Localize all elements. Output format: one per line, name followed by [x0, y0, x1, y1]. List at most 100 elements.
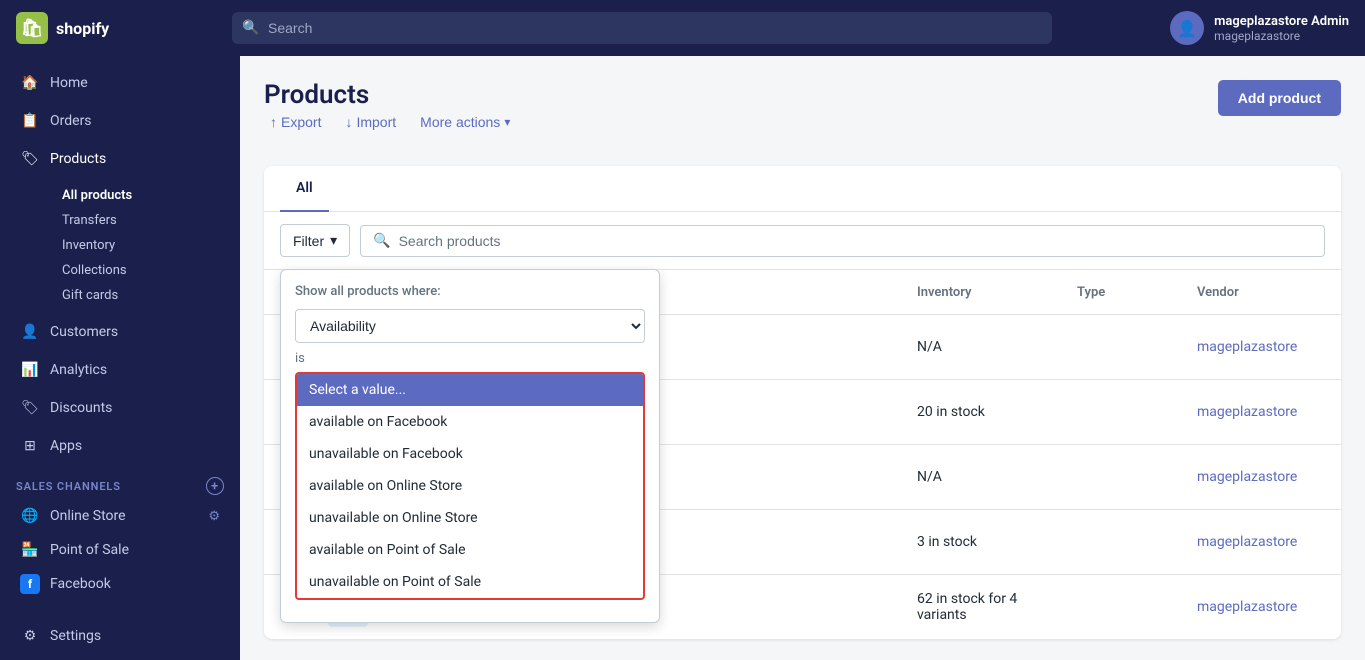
- customers-icon: 👤: [20, 322, 40, 342]
- add-sales-channel-button[interactable]: +: [206, 477, 224, 495]
- sales-channels-label: SALES CHANNELS: [16, 480, 121, 493]
- row-inventory: N/A: [901, 315, 1061, 380]
- import-button[interactable]: ↓ Import: [339, 110, 402, 134]
- sidebar-sub-transfers[interactable]: Transfers: [46, 208, 240, 233]
- sidebar-item-facebook[interactable]: f Facebook: [4, 567, 236, 601]
- value-dropdown-list: Select a value... available on Facebook …: [295, 372, 645, 600]
- vendor-link[interactable]: mageplazastore: [1197, 404, 1297, 420]
- filter-condition-label: is: [295, 351, 645, 366]
- sidebar-item-label: Orders: [50, 113, 92, 129]
- value-option-select[interactable]: Select a value...: [297, 374, 643, 406]
- page-title: Products: [264, 80, 516, 110]
- export-arrow-icon: ↑: [270, 114, 277, 130]
- channel-label: Point of Sale: [50, 542, 129, 558]
- export-button[interactable]: ↑ Export: [264, 110, 327, 134]
- user-store: mageplazastore: [1214, 29, 1349, 43]
- apps-icon: ⊞: [20, 436, 40, 456]
- toolbar: ↑ Export ↓ Import More actions ▾: [264, 110, 516, 134]
- vendor-link[interactable]: mageplazastore: [1197, 599, 1297, 615]
- vendor-link[interactable]: mageplazastore: [1197, 534, 1297, 550]
- col-header-inventory: Inventory: [901, 270, 1061, 315]
- sidebar-item-label: Analytics: [50, 362, 107, 378]
- add-product-button[interactable]: Add product: [1218, 80, 1341, 116]
- top-navigation: 🛍 shopify 🔍 👤 mageplazastore Admin magep…: [0, 0, 1365, 56]
- logo-text: shopify: [56, 19, 109, 38]
- value-option-available-facebook[interactable]: available on Facebook: [297, 406, 643, 438]
- facebook-icon: f: [20, 574, 40, 594]
- more-actions-chevron-icon: ▾: [504, 115, 510, 129]
- products-submenu: All products Transfers Inventory Collect…: [0, 178, 240, 313]
- sidebar-item-home[interactable]: 🏠 Home: [4, 64, 236, 102]
- page-header: Products ↑ Export ↓ Import More actions …: [264, 80, 1341, 150]
- row-inventory: N/A: [901, 445, 1061, 510]
- row-vendor: mageplazastore: [1181, 315, 1341, 380]
- user-area: 👤 mageplazastore Admin mageplazastore: [1170, 11, 1349, 45]
- vendor-link[interactable]: mageplazastore: [1197, 469, 1297, 485]
- row-inventory: 20 in stock: [901, 380, 1061, 445]
- filter-dropdown: Show all products where: Availability is…: [280, 269, 660, 623]
- content-area: Products ↑ Export ↓ Import More actions …: [240, 56, 1365, 660]
- sidebar-item-apps[interactable]: ⊞ Apps: [4, 427, 236, 465]
- search-icon: 🔍: [242, 20, 259, 36]
- sidebar-item-label: Home: [50, 75, 88, 91]
- sidebar-item-discounts[interactable]: 🏷 Discounts: [4, 389, 236, 427]
- value-option-unavailable-facebook[interactable]: unavailable on Facebook: [297, 438, 643, 470]
- row-type: [1061, 445, 1181, 510]
- sidebar-item-orders[interactable]: 📋 Orders: [4, 102, 236, 140]
- sidebar-sub-gift-cards[interactable]: Gift cards: [46, 283, 240, 308]
- user-name: mageplazastore Admin: [1214, 14, 1349, 29]
- filter-row: Filter ▾ 🔍 Show all products where: Avai…: [264, 212, 1341, 270]
- products-card: All Filter ▾ 🔍 Show all products where: …: [264, 166, 1341, 639]
- online-store-left: 🌐 Online Store: [20, 506, 126, 526]
- search-input[interactable]: [232, 12, 1052, 44]
- value-option-unavailable-pos[interactable]: unavailable on Point of Sale: [297, 566, 643, 598]
- point-of-sale-icon: 🏪: [20, 540, 40, 560]
- tabs-bar: All: [264, 166, 1341, 212]
- filter-button[interactable]: Filter ▾: [280, 224, 350, 257]
- sidebar-item-label: Discounts: [50, 400, 112, 416]
- sidebar-item-products[interactable]: 🏷 Products: [4, 140, 236, 178]
- logo-area: 🛍 shopify: [16, 12, 216, 44]
- sales-channels-header: SALES CHANNELS +: [0, 465, 240, 499]
- analytics-icon: 📊: [20, 360, 40, 380]
- sidebar-item-analytics[interactable]: 📊 Analytics: [4, 351, 236, 389]
- online-store-icon: 🌐: [20, 506, 40, 526]
- value-select-wrap: Select a value... available on Facebook …: [295, 372, 645, 600]
- filter-dropdown-title: Show all products where:: [295, 284, 645, 299]
- sidebar-item-label: Apps: [50, 438, 82, 454]
- sidebar-item-online-store[interactable]: 🌐 Online Store ⚙: [4, 499, 236, 533]
- sidebar-sub-inventory[interactable]: Inventory: [46, 233, 240, 258]
- pos-left: 🏪 Point of Sale: [20, 540, 129, 560]
- row-type: [1061, 380, 1181, 445]
- main-layout: 🏠 Home 📋 Orders 🏷 Products All products …: [0, 56, 1365, 660]
- value-option-unavailable-online[interactable]: unavailable on Online Store: [297, 502, 643, 534]
- more-actions-button[interactable]: More actions ▾: [414, 110, 516, 134]
- row-vendor: mageplazastore: [1181, 510, 1341, 575]
- sidebar-item-settings[interactable]: ⚙ Settings: [4, 617, 236, 655]
- value-option-available-online[interactable]: available on Online Store: [297, 470, 643, 502]
- search-products-input[interactable]: [399, 233, 1312, 249]
- sidebar-item-label: Products: [50, 151, 106, 167]
- discounts-icon: 🏷: [20, 398, 40, 418]
- sidebar-item-label: Customers: [50, 324, 118, 340]
- col-header-type: Type: [1061, 270, 1181, 315]
- sidebar-sub-collections[interactable]: Collections: [46, 258, 240, 283]
- online-store-settings-icon[interactable]: ⚙: [208, 509, 220, 524]
- search-bar[interactable]: 🔍: [232, 12, 1052, 44]
- col-header-vendor: Vendor: [1181, 270, 1341, 315]
- search-products-field[interactable]: 🔍: [360, 225, 1325, 257]
- sidebar-item-customers[interactable]: 👤 Customers: [4, 313, 236, 351]
- tab-all[interactable]: All: [280, 166, 329, 212]
- search-products-icon: 🔍: [373, 233, 390, 249]
- avatar[interactable]: 👤: [1170, 11, 1204, 45]
- sidebar-item-point-of-sale[interactable]: 🏪 Point of Sale: [4, 533, 236, 567]
- products-icon: 🏷: [20, 149, 40, 169]
- left-header: Products ↑ Export ↓ Import More actions …: [264, 80, 516, 150]
- settings-label: Settings: [50, 628, 101, 644]
- sidebar-sub-all-products[interactable]: All products: [46, 183, 240, 208]
- filter-field-select[interactable]: Availability: [295, 309, 645, 343]
- value-option-available-pos[interactable]: available on Point of Sale: [297, 534, 643, 566]
- vendor-link[interactable]: mageplazastore: [1197, 339, 1297, 355]
- home-icon: 🏠: [20, 73, 40, 93]
- row-type: [1061, 315, 1181, 380]
